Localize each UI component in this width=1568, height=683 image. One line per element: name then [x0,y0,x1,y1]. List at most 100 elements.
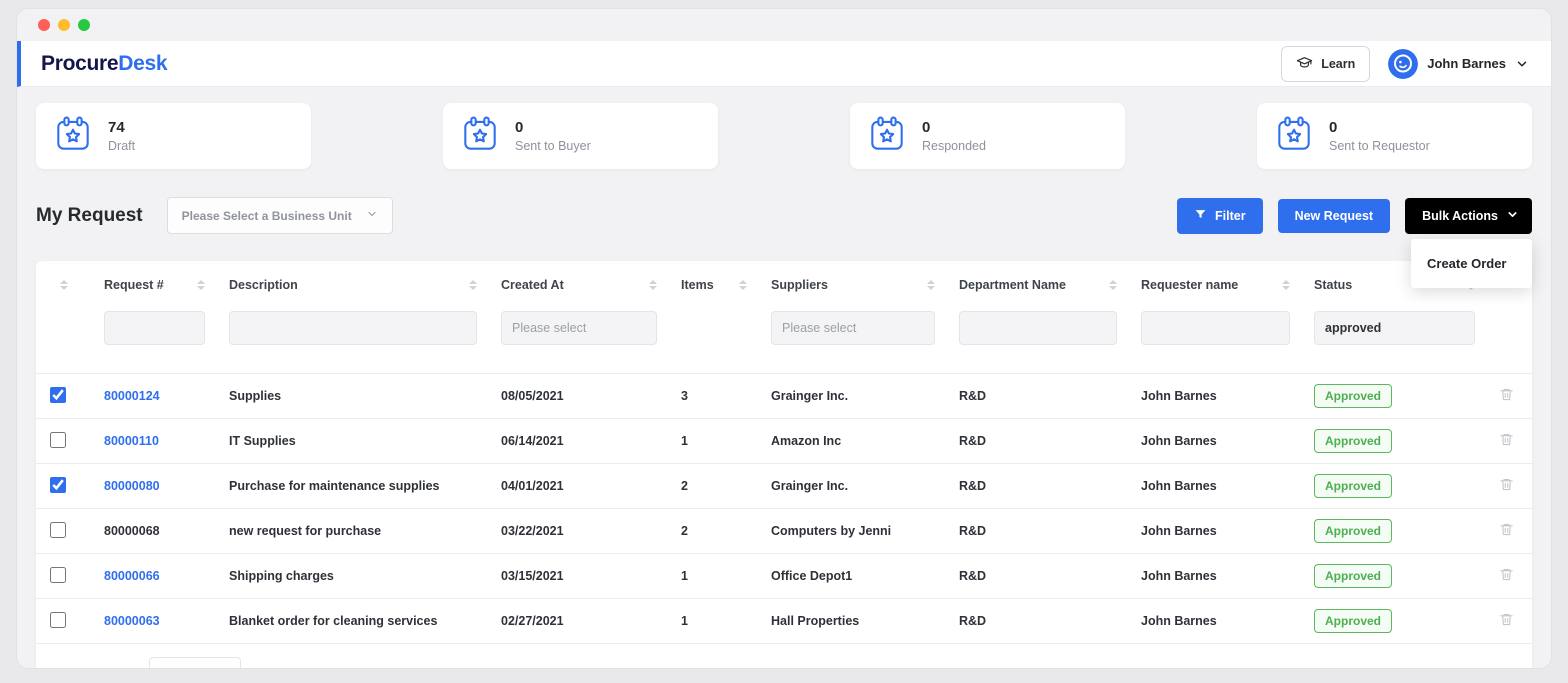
stat-card-sent-to-requestor: 0 Sent to Requestor [1257,103,1532,169]
requester-cell: John Barnes [1129,373,1302,419]
column-header-label: Suppliers [771,278,828,292]
row-select-checkbox[interactable] [50,611,66,628]
supplier-cell: Amazon Inc [759,418,947,464]
sort-arrows-icon [1282,280,1290,290]
stat-label: Draft [108,139,136,153]
request-number-link[interactable]: 80000066 [104,569,160,583]
menu-item-create-order[interactable]: Create Order [1411,248,1532,279]
sort-arrows-icon [927,280,935,290]
filter-created-at-input[interactable] [501,311,657,345]
requests-table-panel: Request # Description Created At Items S… [36,261,1534,668]
row-select-checkbox[interactable] [50,431,66,448]
bulk-actions-button-label: Bulk Actions [1422,208,1498,223]
request-number-link[interactable]: 80000110 [104,434,159,448]
request-number-link[interactable]: 80000080 [104,479,160,493]
filter-description-input[interactable] [229,311,477,345]
column-header-requester[interactable]: Requester name [1129,261,1302,309]
trash-icon[interactable] [1499,432,1514,447]
trash-icon[interactable] [1499,612,1514,627]
column-header-created-at[interactable]: Created At [489,261,669,309]
column-header-label: Description [229,278,298,292]
toolbar: My Request Please Select a Business Unit… [36,197,1532,288]
filter-button[interactable]: Filter [1177,197,1263,234]
filter-status-input[interactable] [1314,311,1475,345]
table-row: 80000063 Blanket order for cleaning serv… [36,598,1534,643]
window-zoom-button[interactable] [78,19,90,31]
user-menu[interactable]: John Barnes [1388,48,1529,79]
pagination-page-1[interactable]: 1 [1412,667,1419,668]
bulk-actions-menu: Create Order [1411,238,1532,288]
show-entries-input[interactable] [149,657,242,668]
pagination-last[interactable]: Last [1488,667,1512,668]
status-badge: Approved [1314,429,1393,453]
status-badge: Approved [1314,474,1393,498]
column-header-request[interactable]: Request # [92,261,217,309]
supplier-cell: Hall Properties [759,598,947,643]
learn-button-label: Learn [1321,56,1356,71]
trash-icon[interactable] [1499,567,1514,582]
funnel-icon [1194,208,1207,224]
row-select-checkbox[interactable] [50,386,66,403]
chevron-down-icon [1515,57,1529,71]
window-titlebar [17,9,1551,41]
pagination-next[interactable]: Next [1441,667,1467,668]
bulk-actions-button[interactable]: Bulk Actions [1405,197,1532,234]
department-cell: R&D [947,553,1129,599]
row-select-checkbox[interactable] [50,521,66,538]
column-header-label: Items [681,278,714,292]
calendar-star-icon [461,115,499,158]
sort-arrows-icon [60,280,68,290]
request-number-link[interactable]: 80000068 [104,524,160,538]
table-header-row: Request # Description Created At Items S… [36,261,1534,309]
toolbar-actions: Filter New Request Bulk Actions Create O… [1177,197,1532,288]
column-header-items[interactable]: Items [669,261,759,309]
description-cell: IT Supplies [217,418,489,464]
items-cell: 1 [669,553,759,599]
department-cell: R&D [947,508,1129,554]
user-avatar [1388,48,1419,79]
table-row: 80000068 new request for purchase 03/22/… [36,508,1534,554]
filter-department-input[interactable] [959,311,1117,345]
pagination-first[interactable]: First [1295,667,1319,668]
row-select-checkbox[interactable] [50,476,66,493]
table-filter-row [36,309,1534,374]
stat-label: Responded [922,139,986,153]
trash-icon[interactable] [1499,522,1514,537]
show-entries-label: Show Entries [56,667,135,668]
procuredesk-logo: ProcureDesk [41,52,168,76]
window-minimize-button[interactable] [58,19,70,31]
learn-button[interactable]: Learn [1281,45,1371,82]
column-header-department[interactable]: Department Name [947,261,1129,309]
stat-label: Sent to Buyer [515,139,591,153]
column-header-suppliers[interactable]: Suppliers [759,261,947,309]
column-header-select[interactable] [36,261,92,309]
created-at-cell: 03/22/2021 [489,508,669,554]
created-at-cell: 03/15/2021 [489,553,669,599]
trash-icon[interactable] [1499,387,1514,402]
status-badge: Approved [1314,519,1393,543]
department-cell: R&D [947,463,1129,509]
new-request-button[interactable]: New Request [1277,198,1391,233]
description-cell: Supplies [217,373,489,419]
requester-cell: John Barnes [1129,598,1302,643]
trash-icon[interactable] [1499,477,1514,492]
page-content: 74 Draft 0 Sent to Buyer 0 Responded 0 S… [17,103,1551,668]
column-header-description[interactable]: Description [217,261,489,309]
table-row: 80000110 IT Supplies 06/14/2021 1 Amazon… [36,418,1534,464]
entries-summary: Showing 1 to 6 of 6 entries (filtered fr… [267,667,609,668]
column-header-label: Request # [104,278,164,292]
filter-requester-input[interactable] [1141,311,1290,345]
column-header-label: Requester name [1141,278,1239,292]
created-at-cell: 04/01/2021 [489,463,669,509]
supplier-cell: Grainger Inc. [759,463,947,509]
pagination-previous[interactable]: Previous [1341,667,1390,668]
row-select-checkbox[interactable] [50,566,66,583]
pagination: First Previous 1 Next Last [1295,667,1512,668]
window-close-button[interactable] [38,19,50,31]
filter-suppliers-input[interactable] [771,311,935,345]
filter-request-input[interactable] [104,311,205,345]
request-number-link[interactable]: 80000063 [104,614,160,628]
request-number-link[interactable]: 80000124 [104,389,160,403]
table-row: 80000124 Supplies 08/05/2021 3 Grainger … [36,373,1534,419]
business-unit-select[interactable]: Please Select a Business Unit [166,197,393,234]
